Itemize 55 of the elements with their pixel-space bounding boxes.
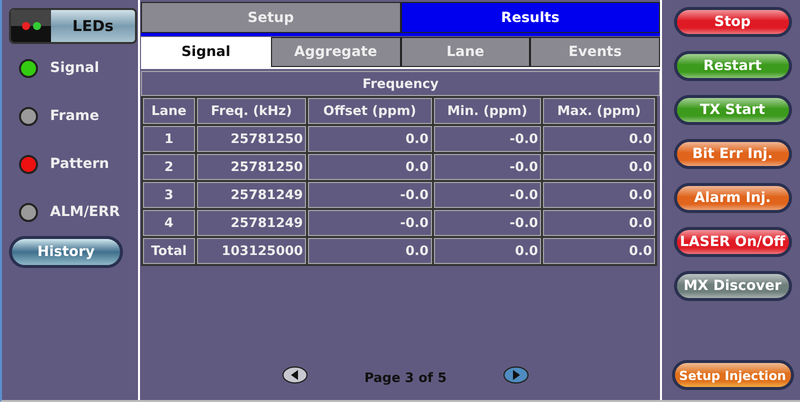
column-header: Freq. (kHz) <box>196 98 306 124</box>
table-cell: 25781250 <box>196 154 306 180</box>
led-label: Frame <box>50 108 100 124</box>
table-cell: 0.0 <box>434 238 542 264</box>
column-header: Lane <box>143 98 195 124</box>
column-header: Max. (ppm) <box>543 98 655 124</box>
action-button[interactable]: Bit Err Inj. <box>674 139 792 169</box>
action-button[interactable]: MX Discover <box>674 271 792 301</box>
table-cell: 25781249 <box>196 210 306 236</box>
table-cell: -0.0 <box>434 126 542 152</box>
history-button[interactable]: History <box>9 236 123 268</box>
led-pair-icon <box>11 10 51 42</box>
next-page-icon[interactable] <box>502 366 529 384</box>
table-cell: 3 <box>143 182 195 208</box>
table-cell: 0.0 <box>308 238 432 264</box>
table-cell: 0.0 <box>543 154 655 180</box>
table-cell: 4 <box>143 210 195 236</box>
previous-page-icon[interactable] <box>282 366 308 384</box>
column-header: Min. (ppm) <box>434 98 542 124</box>
action-button[interactable]: Restart <box>674 51 792 81</box>
sub-tab[interactable]: Aggregate <box>270 37 400 67</box>
table-cell: -0.0 <box>434 182 542 208</box>
led-label: Pattern <box>50 156 110 172</box>
table-cell: 0.0 <box>543 126 655 152</box>
table-cell: 0.0 <box>543 238 655 264</box>
table-cell: 1 <box>143 126 195 152</box>
table-cell: 0.0 <box>543 182 655 208</box>
table-cell: 0.0 <box>543 210 655 236</box>
led-label: Signal <box>50 60 100 76</box>
action-button[interactable]: TX Start <box>674 95 792 125</box>
table-cell: -0.0 <box>434 154 542 180</box>
action-button[interactable]: Stop <box>674 7 792 37</box>
table-cell: -0.0 <box>434 210 542 236</box>
table-cell: 103125000 <box>196 238 306 264</box>
action-button[interactable]: LASER On/Off <box>674 227 792 257</box>
sub-tab[interactable]: Lane <box>400 37 530 67</box>
page-indicator: Page 3 of 5 <box>364 371 447 386</box>
column-header: Offset (ppm) <box>308 98 432 124</box>
tab[interactable]: Setup <box>141 2 400 33</box>
table-cell: 2 <box>143 154 195 180</box>
sub-tab[interactable]: Signal <box>141 37 271 67</box>
table-cell: 0.0 <box>308 126 432 152</box>
setup-injection-button[interactable]: Setup Injection <box>672 360 794 390</box>
table-cell: 25781250 <box>196 126 306 152</box>
tab[interactable]: Results <box>400 2 660 33</box>
action-button[interactable]: Alarm Inj. <box>674 183 792 213</box>
led-label: ALM/ERR <box>50 204 120 220</box>
table-cell: -0.0 <box>308 210 432 236</box>
leds-button[interactable]: LEDs <box>9 8 137 44</box>
table-cell: -0.0 <box>308 182 432 208</box>
table-cell: 25781249 <box>196 182 306 208</box>
table-cell: Total <box>143 238 195 264</box>
table-cell: 0.0 <box>308 154 432 180</box>
table-title: Frequency <box>141 71 660 96</box>
sub-tab[interactable]: Events <box>530 37 660 67</box>
